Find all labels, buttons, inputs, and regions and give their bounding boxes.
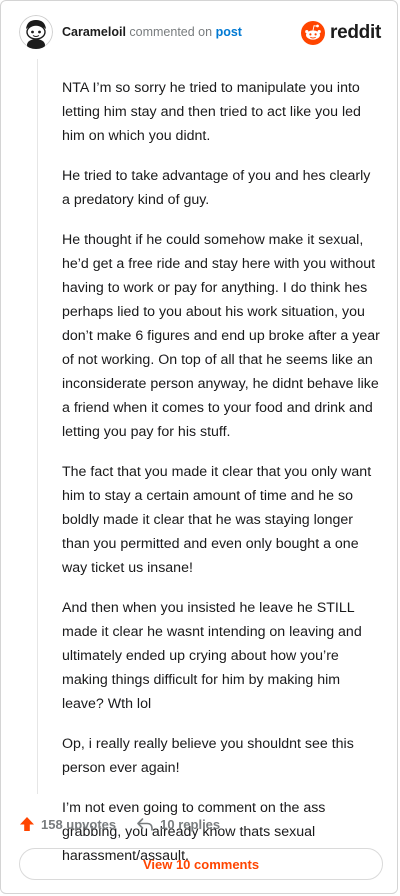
commented-on-text: commented on xyxy=(129,25,213,39)
reddit-brand[interactable]: reddit xyxy=(301,20,381,46)
upvote-count: 158 upvotes xyxy=(41,816,117,832)
comment-actions: 158 upvotes 10 replies xyxy=(19,813,220,835)
comment-paragraph: He thought if he could somehow make it s… xyxy=(62,232,380,440)
comment-paragraph: Op, i really really believe you shouldnt… xyxy=(62,736,354,776)
reddit-logo-icon xyxy=(301,21,326,45)
reddit-wordmark: reddit xyxy=(330,22,381,43)
comment-body: NTA I’m so sorry he tried to manipulate … xyxy=(62,76,380,884)
username-link[interactable]: Carameloil xyxy=(62,25,126,39)
upvote-button[interactable]: 158 upvotes xyxy=(19,816,116,832)
view-comments-button[interactable]: View 10 comments xyxy=(19,848,383,880)
thread-line xyxy=(37,59,38,794)
reply-arrow-icon xyxy=(137,818,153,831)
comment-paragraph: NTA I’m so sorry he tried to manipulate … xyxy=(62,80,361,144)
post-link[interactable]: post xyxy=(216,25,242,39)
comment-header: Carameloil commented on post reddit xyxy=(19,15,381,55)
comment-paragraph: He tried to take advantage of you and he… xyxy=(62,168,371,208)
reply-count: 10 replies xyxy=(160,816,221,832)
replies-button[interactable]: 10 replies xyxy=(136,816,220,832)
comment-card: Carameloil commented on post reddit NTA … xyxy=(0,0,398,894)
comment-paragraph: The fact that you made it clear that you… xyxy=(62,464,372,576)
comment-meta: Carameloil commented on post xyxy=(62,25,242,39)
upvote-arrow-icon xyxy=(20,817,34,831)
comment-paragraph: And then when you insisted he leave he S… xyxy=(62,600,362,712)
user-avatar-icon[interactable] xyxy=(19,15,53,49)
